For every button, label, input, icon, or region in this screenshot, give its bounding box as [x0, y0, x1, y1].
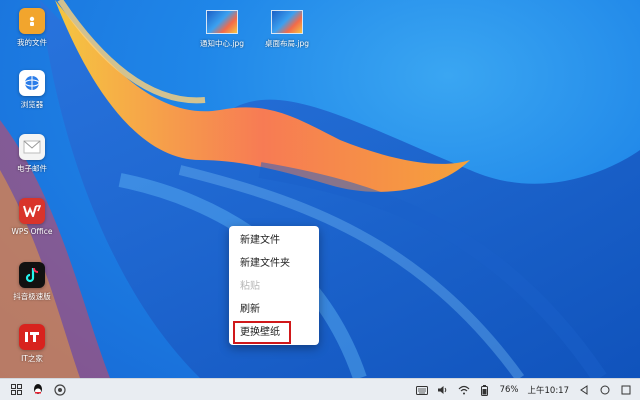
desktop-icon-label: IT之家 — [21, 354, 43, 363]
desktop-icon-label: WPS Office — [11, 227, 53, 236]
image-file-icon — [271, 10, 303, 34]
keyboard-icon[interactable] — [415, 384, 428, 396]
desktop-icon-douyin[interactable]: 抖音极速版 — [0, 262, 64, 302]
desktop-icon-wps[interactable]: WPS Office — [0, 198, 64, 236]
ithome-icon — [19, 324, 45, 350]
menu-item-refresh[interactable]: 刷新 — [229, 298, 319, 321]
folder-icon — [19, 8, 45, 34]
taskbar: 76% 上午10:17 — [0, 378, 640, 400]
battery-percentage: 76% — [499, 385, 519, 395]
desktop-file-label: 通知中心.jpg — [200, 39, 244, 48]
douyin-icon — [19, 262, 45, 288]
qq-icon[interactable] — [32, 384, 44, 396]
desktop-icon-label: 电子邮件 — [17, 164, 47, 173]
desktop[interactable]: 我的文件 浏览器 电子邮件 WPS Office 抖音极速版 IT之家 通知中心… — [0, 0, 640, 378]
browser-icon — [19, 70, 45, 96]
mail-icon — [19, 134, 45, 160]
menu-item-new-file[interactable]: 新建文件 — [229, 229, 319, 252]
home-icon[interactable] — [599, 384, 611, 396]
chrome-icon[interactable] — [54, 383, 66, 396]
battery-icon — [479, 384, 491, 396]
desktop-icon-label: 我的文件 — [17, 38, 47, 47]
recents-icon[interactable] — [620, 384, 632, 396]
desktop-icon-my-files[interactable]: 我的文件 — [0, 8, 64, 48]
wallpaper — [0, 0, 640, 378]
wifi-icon[interactable] — [458, 384, 470, 396]
app-launcher-icon[interactable] — [10, 384, 22, 396]
wps-icon — [19, 198, 45, 224]
menu-item-paste: 粘贴 — [240, 281, 260, 292]
menu-item-change-wallpaper[interactable]: 更换壁纸 — [233, 321, 291, 344]
desktop-file-desktop-layout[interactable]: 桌面布局.jpg — [252, 10, 322, 49]
image-file-icon — [206, 10, 238, 34]
desktop-icon-browser[interactable]: 浏览器 — [0, 70, 64, 110]
volume-icon[interactable] — [437, 384, 449, 396]
desktop-icon-label: 浏览器 — [20, 100, 44, 109]
clock[interactable]: 上午10:17 — [528, 384, 570, 396]
desktop-icon-ithome[interactable]: IT之家 — [0, 324, 64, 364]
back-icon[interactable] — [578, 384, 590, 396]
desktop-icon-mail[interactable]: 电子邮件 — [0, 134, 64, 174]
desktop-icon-label: 抖音极速版 — [13, 292, 51, 301]
menu-item-new-folder[interactable]: 新建文件夹 — [229, 252, 319, 275]
context-menu: 新建文件 新建文件夹 粘贴 刷新 更换壁纸 — [229, 226, 319, 345]
desktop-file-label: 桌面布局.jpg — [265, 39, 309, 48]
desktop-file-notification-center[interactable]: 通知中心.jpg — [187, 10, 257, 49]
